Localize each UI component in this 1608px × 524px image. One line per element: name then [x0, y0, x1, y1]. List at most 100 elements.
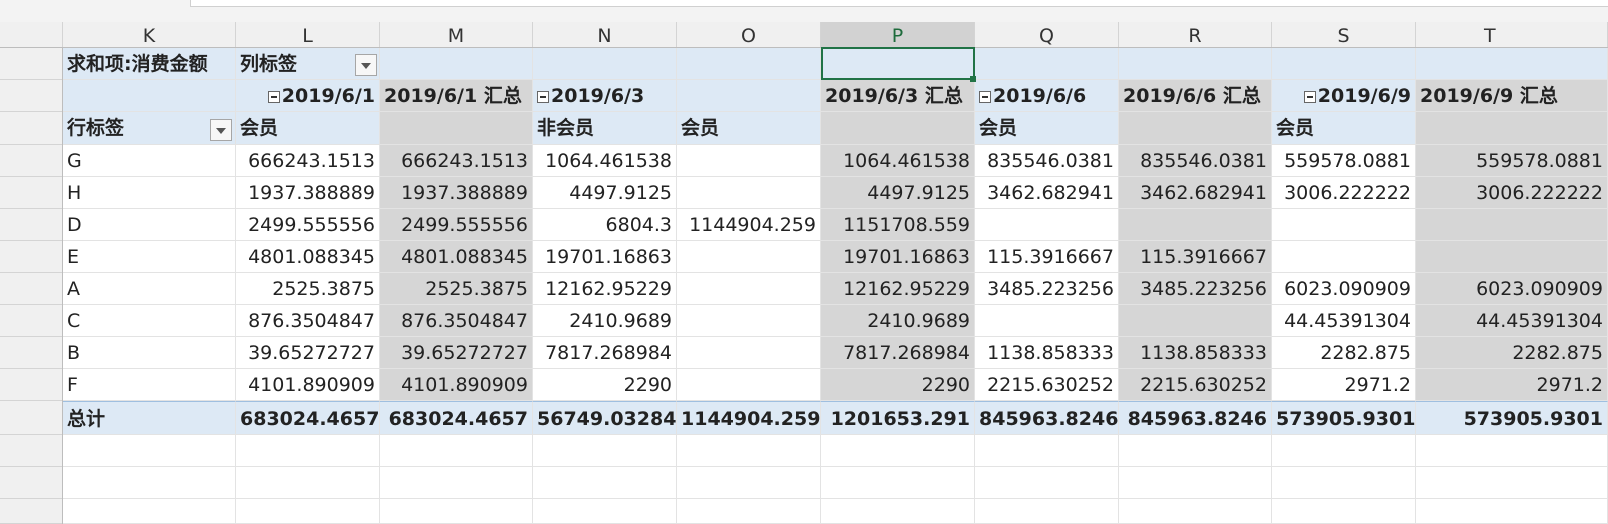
- value-cell[interactable]: 559578.0881: [1416, 145, 1608, 177]
- formula-bar[interactable]: [190, 0, 1608, 7]
- collapse-icon[interactable]: [537, 90, 549, 103]
- grand-total-value[interactable]: 573905.9301: [1272, 401, 1416, 435]
- pivot-header-cell[interactable]: [380, 112, 533, 145]
- value-cell[interactable]: 559578.0881: [1272, 145, 1416, 177]
- value-cell[interactable]: 6804.3: [533, 209, 677, 241]
- value-cell[interactable]: [1119, 305, 1272, 337]
- pivot-header-cell[interactable]: [677, 80, 821, 112]
- value-cell[interactable]: 1138.858333: [975, 337, 1119, 369]
- value-cell[interactable]: 2971.2: [1272, 369, 1416, 401]
- grand-total-value[interactable]: 1144904.259: [677, 401, 821, 435]
- member-header-o[interactable]: 会员: [677, 112, 821, 145]
- value-cell[interactable]: 2215.630252: [1119, 369, 1272, 401]
- pivot-header-cell[interactable]: [1272, 48, 1416, 80]
- grand-total-label[interactable]: 总计: [63, 401, 236, 435]
- empty-cell[interactable]: [1119, 467, 1272, 499]
- column-labels-filter-dropdown[interactable]: [355, 54, 377, 76]
- value-cell[interactable]: 3485.223256: [975, 273, 1119, 305]
- row-label[interactable]: E: [63, 241, 236, 273]
- row-header[interactable]: [0, 112, 62, 145]
- empty-cell[interactable]: [1416, 467, 1608, 499]
- column-header-m[interactable]: M: [380, 22, 533, 47]
- value-cell[interactable]: 2499.555556: [236, 209, 380, 241]
- row-label[interactable]: D: [63, 209, 236, 241]
- empty-cell[interactable]: [236, 499, 380, 524]
- empty-cell[interactable]: [236, 467, 380, 499]
- value-cell[interactable]: 39.65272727: [380, 337, 533, 369]
- empty-cell[interactable]: [63, 499, 236, 524]
- grand-total-value[interactable]: 573905.9301: [1416, 401, 1608, 435]
- date-header-l[interactable]: 2019/6/1: [236, 80, 380, 112]
- row-labels-filter-dropdown[interactable]: [210, 119, 232, 141]
- row-label[interactable]: B: [63, 337, 236, 369]
- empty-cell[interactable]: [677, 467, 821, 499]
- value-cell[interactable]: 2282.875: [1416, 337, 1608, 369]
- value-cell[interactable]: 19701.16863: [533, 241, 677, 273]
- value-cell[interactable]: 2971.2: [1416, 369, 1608, 401]
- value-cell[interactable]: 44.45391304: [1416, 305, 1608, 337]
- empty-cell[interactable]: [821, 467, 975, 499]
- empty-cell[interactable]: [975, 499, 1119, 524]
- grand-total-value[interactable]: 845963.8246: [975, 401, 1119, 435]
- value-cell[interactable]: 1064.461538: [533, 145, 677, 177]
- collapse-icon[interactable]: [1303, 90, 1316, 103]
- empty-cell[interactable]: [1416, 499, 1608, 524]
- value-cell[interactable]: [1416, 241, 1608, 273]
- pivot-header-cell[interactable]: [975, 48, 1119, 80]
- column-header-l[interactable]: L: [236, 22, 380, 47]
- empty-cell[interactable]: [1416, 435, 1608, 467]
- empty-cell[interactable]: [63, 435, 236, 467]
- empty-cell[interactable]: [1119, 499, 1272, 524]
- value-cell[interactable]: [677, 241, 821, 273]
- empty-cell[interactable]: [63, 467, 236, 499]
- value-cell[interactable]: 1937.388889: [380, 177, 533, 209]
- column-header-o[interactable]: O: [677, 22, 821, 47]
- value-cell[interactable]: 2499.555556: [380, 209, 533, 241]
- grand-total-value[interactable]: 683024.4657: [380, 401, 533, 435]
- empty-cell[interactable]: [236, 435, 380, 467]
- value-cell[interactable]: 2290: [533, 369, 677, 401]
- active-cell-p[interactable]: [821, 47, 975, 80]
- grand-total-value[interactable]: 56749.03284: [533, 401, 677, 435]
- pivot-header-cell[interactable]: [1416, 48, 1608, 80]
- value-cell[interactable]: 666243.1513: [380, 145, 533, 177]
- value-cell[interactable]: 2525.3875: [380, 273, 533, 305]
- empty-cell[interactable]: [533, 435, 677, 467]
- column-header-s[interactable]: S: [1272, 22, 1416, 47]
- pivot-header-cell[interactable]: [821, 112, 975, 145]
- pivot-header-cell[interactable]: [1416, 112, 1608, 145]
- value-cell[interactable]: 12162.95229: [533, 273, 677, 305]
- value-cell[interactable]: 6023.090909: [1272, 273, 1416, 305]
- value-cell[interactable]: 1151708.559: [821, 209, 975, 241]
- value-cell[interactable]: 2290: [821, 369, 975, 401]
- empty-cell[interactable]: [533, 499, 677, 524]
- value-cell[interactable]: 4801.088345: [236, 241, 380, 273]
- value-cell[interactable]: 39.65272727: [236, 337, 380, 369]
- row-header[interactable]: [0, 369, 62, 401]
- value-cell[interactable]: 3462.682941: [1119, 177, 1272, 209]
- value-cell[interactable]: 876.3504847: [380, 305, 533, 337]
- value-cell[interactable]: 4101.890909: [380, 369, 533, 401]
- value-cell[interactable]: 2215.630252: [975, 369, 1119, 401]
- empty-cell[interactable]: [380, 499, 533, 524]
- pivot-value-field-label[interactable]: 求和项:消费金额: [63, 48, 236, 80]
- row-header[interactable]: [0, 273, 62, 305]
- value-cell[interactable]: 1144904.259: [677, 209, 821, 241]
- value-cell[interactable]: 3462.682941: [975, 177, 1119, 209]
- pivot-header-cell[interactable]: [380, 48, 533, 80]
- empty-cell[interactable]: [975, 435, 1119, 467]
- empty-cell[interactable]: [975, 467, 1119, 499]
- row-header[interactable]: [0, 467, 62, 499]
- row-header[interactable]: [0, 80, 62, 112]
- value-cell[interactable]: 835546.0381: [1119, 145, 1272, 177]
- row-header[interactable]: [0, 209, 62, 241]
- empty-cell[interactable]: [380, 435, 533, 467]
- value-cell[interactable]: 2410.9689: [533, 305, 677, 337]
- value-cell[interactable]: [677, 177, 821, 209]
- value-cell[interactable]: 12162.95229: [821, 273, 975, 305]
- value-cell[interactable]: [975, 209, 1119, 241]
- member-header-q[interactable]: 会员: [975, 112, 1119, 145]
- empty-cell[interactable]: [821, 435, 975, 467]
- date-header-s[interactable]: 2019/6/9: [1272, 80, 1416, 112]
- row-header[interactable]: [0, 401, 62, 435]
